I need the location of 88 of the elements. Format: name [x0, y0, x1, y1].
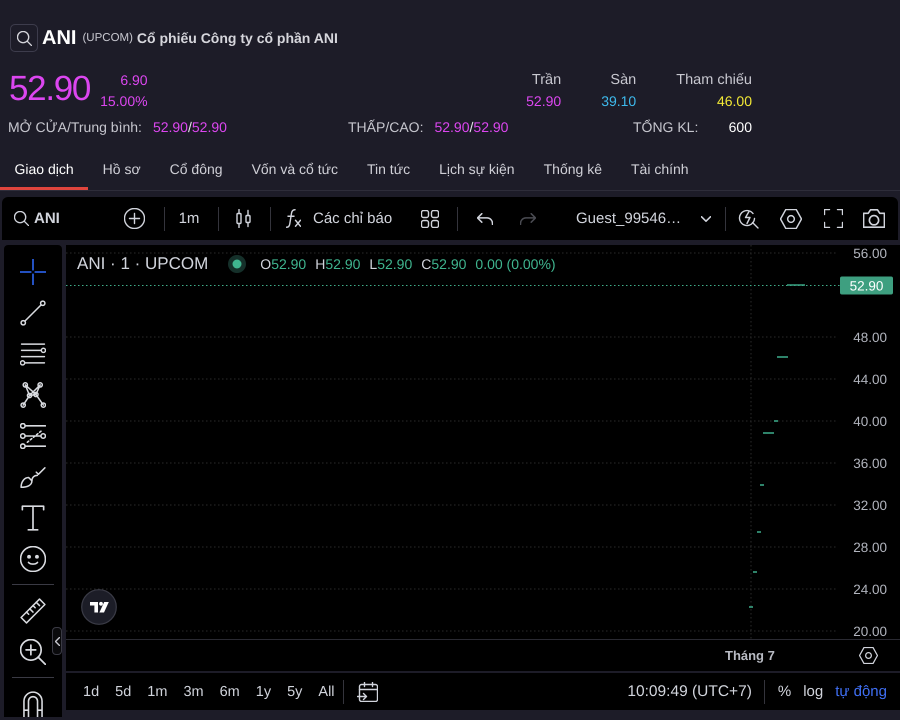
- tab[interactable]: Hồ sơ: [88, 152, 156, 190]
- price-axis-label: 20.00: [853, 624, 887, 639]
- reference-price-label: Tham chiếu: [676, 71, 752, 90]
- price-axis-label: 32.00: [853, 498, 887, 513]
- reference-price-label: Sàn: [610, 71, 636, 90]
- exchange-name: (UPCOM): [82, 32, 133, 44]
- scale-option[interactable]: log: [797, 682, 830, 702]
- range-button[interactable]: 1d: [75, 682, 108, 702]
- fullscreen-icon[interactable]: [824, 209, 843, 228]
- price-change-percent: 15.00%: [100, 92, 148, 111]
- stat-label: MỞ CỬA/Trung bình:: [8, 118, 142, 137]
- company-name: Cổ phiếu Công ty cổ phần ANI: [136, 30, 338, 46]
- reference-price-value: 46.00: [716, 92, 752, 111]
- price-axis-label: 28.00: [853, 540, 887, 555]
- price-axis-label: 48.00: [853, 330, 887, 345]
- pattern-icon[interactable]: [20, 382, 46, 408]
- search-button[interactable]: [10, 24, 38, 52]
- stat-value: 600: [728, 118, 752, 137]
- settings-icon[interactable]: [859, 647, 878, 664]
- stat-label: THẤP/CAO:: [348, 118, 424, 137]
- time-axis-label: Tháng 7: [725, 648, 775, 663]
- tab[interactable]: Cổ đông: [155, 152, 238, 190]
- ohlc-value: C52.90: [421, 256, 466, 272]
- tab[interactable]: Lịch sự kiện: [424, 152, 530, 190]
- settings-icon[interactable]: [780, 208, 802, 228]
- magnet-icon[interactable]: [20, 690, 46, 716]
- ohlc-value: O52.90: [260, 256, 306, 272]
- stat-value: 52.90/52.90: [152, 118, 227, 137]
- ruler-icon[interactable]: [20, 598, 46, 624]
- trend-line-icon[interactable]: [20, 300, 46, 326]
- ohlc-value: L52.90: [369, 256, 412, 272]
- search-icon: [14, 211, 29, 226]
- price-axis-label: 40.00: [853, 414, 887, 429]
- status-dot-icon: [228, 255, 246, 273]
- interval-button[interactable]: 1m: [169, 204, 209, 234]
- camera-icon[interactable]: [863, 209, 885, 228]
- range-button[interactable]: 5y: [279, 682, 310, 702]
- last-price: 52.90: [9, 68, 90, 110]
- chart-logo-icon: [81, 589, 117, 625]
- tab[interactable]: Giao dịch: [0, 152, 88, 190]
- price-change: 6.90: [120, 71, 148, 90]
- indicators-button[interactable]: Các chỉ báo: [281, 204, 405, 234]
- undo-icon[interactable]: [477, 212, 493, 224]
- clock-time: 10:09:49 (UTC+7): [627, 682, 752, 700]
- reference-price-value: 52.90: [526, 92, 562, 111]
- range-button[interactable]: 6m: [212, 682, 248, 702]
- parallel-lines-icon[interactable]: [20, 340, 46, 366]
- stat-label: TỔNG KL:: [633, 118, 698, 137]
- tab[interactable]: Tài chính: [616, 152, 704, 190]
- reference-price-value: 39.10: [601, 92, 636, 111]
- price-axis-label: 44.00: [853, 372, 887, 387]
- collapse-toolbar-button[interactable]: [52, 627, 62, 655]
- tab[interactable]: Thống kê: [529, 152, 616, 190]
- chevron-down-icon: [701, 216, 711, 222]
- bolt-search-icon[interactable]: [738, 208, 759, 229]
- chart-symbol-title: ANI · 1 · UPCOM: [77, 254, 208, 274]
- price-axis-label: 36.00: [853, 456, 887, 471]
- layout-menu-button[interactable]: Guest_99546…: [566, 204, 717, 234]
- zoom-in-icon[interactable]: [20, 638, 46, 664]
- range-button[interactable]: 5d: [107, 682, 140, 702]
- range-button[interactable]: 1y: [248, 682, 280, 702]
- range-button[interactable]: All: [310, 682, 343, 702]
- crosshair-icon[interactable]: [20, 258, 46, 284]
- reference-price-label: Trần: [532, 71, 562, 90]
- price-axis-label: 56.00: [853, 246, 887, 261]
- change-value: 0.00 (0.00%): [475, 256, 556, 272]
- ohlc-value: H52.90: [315, 256, 360, 272]
- add-icon[interactable]: [124, 208, 145, 229]
- calendar-icon[interactable]: [356, 682, 378, 702]
- stock-symbol: ANI: [42, 26, 76, 50]
- current-price-label: 52.90: [840, 276, 893, 295]
- range-button[interactable]: 3m: [175, 682, 212, 702]
- emoji-icon[interactable]: [20, 546, 46, 572]
- scale-option[interactable]: tự động: [829, 682, 893, 702]
- price-axis-label: 24.00: [853, 582, 887, 597]
- range-button[interactable]: 1m: [139, 682, 176, 702]
- scale-option[interactable]: %: [772, 682, 798, 702]
- symbol-search-button[interactable]: ANI: [8, 204, 70, 234]
- tab[interactable]: Tin tức: [352, 152, 425, 190]
- text-icon[interactable]: [20, 504, 46, 530]
- function-icon: [286, 209, 301, 228]
- stat-value: 52.90/52.90: [434, 118, 508, 137]
- fibonacci-levels-icon[interactable]: [20, 422, 46, 448]
- candlestick-icon[interactable]: [236, 209, 251, 228]
- search-icon: [16, 30, 32, 46]
- grid-icon[interactable]: [421, 210, 439, 228]
- tab[interactable]: Vốn và cổ tức: [237, 152, 352, 190]
- chevron-left-icon: [54, 636, 60, 646]
